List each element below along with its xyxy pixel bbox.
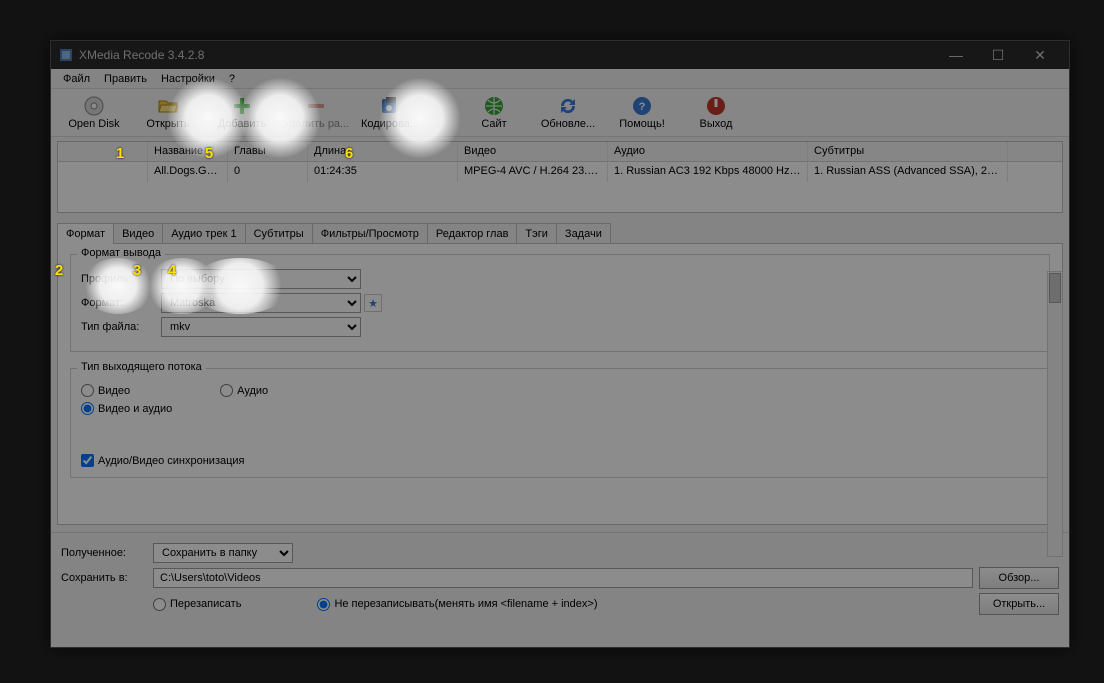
help-icon: ? <box>631 95 653 117</box>
help-label: Помощь! <box>605 118 679 130</box>
toolbar: Open Disk Открыть Добавить Удалить ра...… <box>51 89 1069 137</box>
remove-label: Удалить ра... <box>279 118 353 130</box>
radio-video[interactable]: Видео <box>81 384 130 397</box>
radio-audio[interactable]: Аудио <box>220 384 268 397</box>
format-page: Формат вывода Профиль: По выбору Формат:… <box>57 243 1063 525</box>
app-window: XMedia Recode 3.4.2.8 — ☐ ✕ Файл Править… <box>50 40 1070 648</box>
received-select[interactable]: Сохранить в папку <box>153 543 293 563</box>
vertical-scrollbar[interactable] <box>1047 271 1063 557</box>
minus-icon <box>305 95 327 117</box>
favorite-icon[interactable]: ★ <box>364 294 382 312</box>
profile-select[interactable]: По выбору <box>161 269 361 289</box>
badge-3: 3 <box>128 262 146 280</box>
open-file-label: Открыть <box>131 118 205 130</box>
file-row[interactable]: All.Dogs.Go.... 0 01:24:35 MPEG-4 AVC / … <box>58 162 1062 182</box>
remove-button: Удалить ра... <box>279 91 353 135</box>
filetype-select[interactable]: mkv <box>161 317 361 337</box>
tabstrip: Формат Видео Аудио трек 1 Субтитры Фильт… <box>57 223 1063 244</box>
menu-help[interactable]: ? <box>223 71 241 87</box>
row-chapters: 0 <box>228 162 308 182</box>
site-label: Сайт <box>457 118 531 130</box>
folder-open-icon <box>157 95 179 117</box>
col-audio[interactable]: Аудио <box>608 142 808 161</box>
col-length[interactable]: Длина <box>308 142 458 161</box>
close-button[interactable]: ✕ <box>1019 41 1061 69</box>
exit-label: Выход <box>679 118 753 130</box>
radio-no-overwrite[interactable]: Не перезаписывать(менять имя <filename +… <box>317 598 597 611</box>
tab-video[interactable]: Видео <box>113 223 163 244</box>
av-sync-check[interactable]: Аудио/Видео синхронизация <box>81 454 1009 467</box>
svg-text:?: ? <box>639 101 646 113</box>
open-disk-label: Open Disk <box>57 118 131 130</box>
tab-jobs[interactable]: Задачи <box>556 223 611 244</box>
refresh-icon <box>557 95 579 117</box>
col-video[interactable]: Видео <box>458 142 608 161</box>
col-subs[interactable]: Субтитры <box>808 142 1008 161</box>
disc-icon <box>83 95 105 117</box>
profile-label: Профиль: <box>81 273 161 285</box>
output-format-legend: Формат вывода <box>77 247 165 259</box>
open-output-button[interactable]: Открыть... <box>979 593 1059 615</box>
menu-file[interactable]: Файл <box>57 71 96 87</box>
col-empty <box>58 142 148 161</box>
badge-6: 6 <box>340 145 358 163</box>
titlebar: XMedia Recode 3.4.2.8 — ☐ ✕ <box>51 41 1069 69</box>
add-label: Добавить <box>205 118 279 130</box>
scrollbar-thumb[interactable] <box>1049 273 1061 303</box>
bottom-panel: Полученное: Сохранить в папку Сохранить … <box>51 532 1069 625</box>
encode-button[interactable]: Кодирова... <box>353 91 427 135</box>
badge-5: 5 <box>200 145 218 163</box>
row-video: MPEG-4 AVC / H.264 23.9... <box>458 162 608 182</box>
col-chapters[interactable]: Главы <box>228 142 308 161</box>
filetype-label: Тип файла: <box>81 321 161 333</box>
browse-button[interactable]: Обзор... <box>979 567 1059 589</box>
badge-1: 1 <box>111 145 129 163</box>
radio-both[interactable]: Видео и аудио <box>81 402 172 415</box>
format-select[interactable]: Matroska <box>161 293 361 313</box>
row-audio: 1. Russian AC3 192 Kbps 48000 Hz ... <box>608 162 808 182</box>
tab-chapters[interactable]: Редактор глав <box>427 223 518 244</box>
update-button[interactable]: Обновле... <box>531 91 605 135</box>
format-label: Формат: <box>81 297 161 309</box>
badge-2: 2 <box>50 262 68 280</box>
exit-button[interactable]: Выход <box>679 91 753 135</box>
badge-4: 4 <box>163 262 181 280</box>
window-title: XMedia Recode 3.4.2.8 <box>79 48 935 62</box>
plus-icon <box>231 95 253 117</box>
open-disk-button[interactable]: Open Disk <box>57 91 131 135</box>
app-icon <box>59 48 73 62</box>
save-to-label: Сохранить в: <box>61 572 147 584</box>
tab-filters[interactable]: Фильтры/Просмотр <box>312 223 428 244</box>
tab-subs[interactable]: Субтитры <box>245 223 313 244</box>
stream-type-legend: Тип выходящего потока <box>77 361 206 373</box>
stream-type-group: Тип выходящего потока Видео Аудио Видео … <box>70 368 1050 478</box>
exit-icon <box>705 95 727 117</box>
encode-icon <box>379 95 401 117</box>
row-name: All.Dogs.Go.... <box>148 162 228 182</box>
menu-settings[interactable]: Настройки <box>155 71 221 87</box>
encode-label: Кодирова... <box>353 118 427 130</box>
row-icon <box>58 162 148 182</box>
add-button[interactable]: Добавить <box>205 91 279 135</box>
menu-edit[interactable]: Править <box>98 71 153 87</box>
open-file-button[interactable]: Открыть <box>131 91 205 135</box>
site-button[interactable]: Сайт <box>457 91 531 135</box>
radio-overwrite[interactable]: Перезаписать <box>153 598 241 611</box>
row-length: 01:24:35 <box>308 162 458 182</box>
tab-tags[interactable]: Тэги <box>516 223 557 244</box>
globe-icon <box>483 95 505 117</box>
update-label: Обновле... <box>531 118 605 130</box>
tab-audio[interactable]: Аудио трек 1 <box>162 223 245 244</box>
minimize-button[interactable]: — <box>935 41 977 69</box>
maximize-button[interactable]: ☐ <box>977 41 1019 69</box>
received-label: Полученное: <box>61 547 147 559</box>
output-format-group: Формат вывода Профиль: По выбору Формат:… <box>70 254 1050 352</box>
menubar: Файл Править Настройки ? <box>51 69 1069 89</box>
row-subs: 1. Russian ASS (Advanced SSA), 2. ... <box>808 162 1008 182</box>
help-button[interactable]: ? Помощь! <box>605 91 679 135</box>
save-to-input[interactable] <box>153 568 973 588</box>
tab-format[interactable]: Формат <box>57 223 114 244</box>
